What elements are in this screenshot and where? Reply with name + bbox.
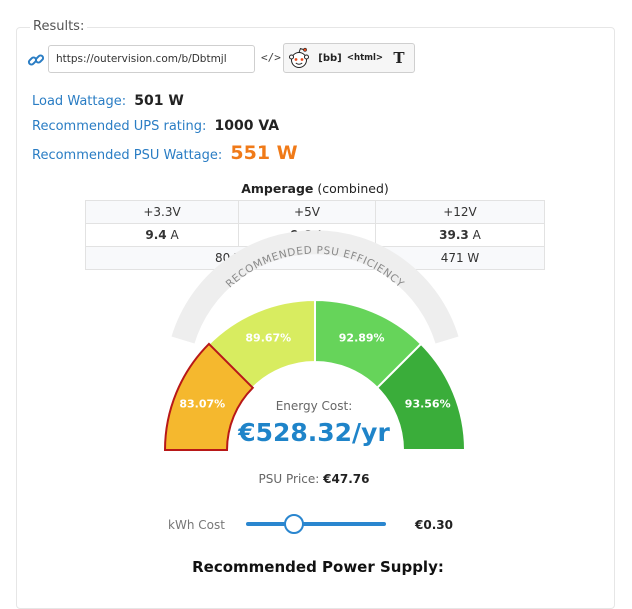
energy-cost-label: Energy Cost:	[275, 399, 353, 413]
kwh-slider-track[interactable]	[246, 522, 386, 526]
efficiency-segment-3-label: 92.89%	[339, 331, 385, 344]
results-legend: Results:	[30, 19, 88, 34]
efficiency-segment-2-label: 89.67%	[245, 331, 291, 344]
psu-price: PSU Price: €47.76	[214, 472, 414, 486]
kwh-slider-thumb[interactable]	[283, 514, 304, 534]
psu-price-label: PSU Price:	[258, 472, 320, 486]
kwh-cost-label: kWh Cost	[168, 518, 225, 532]
psu-price-value: €47.76	[323, 472, 370, 486]
kwh-cost-value: €0.30	[415, 518, 453, 532]
energy-cost-value: €528.32/yr	[238, 418, 390, 447]
recommended-psu-heading: Recommended Power Supply:	[192, 558, 444, 576]
efficiency-gauge: RECOMMENDED PSU EFFICIENCY 83.07% 89.67%…	[163, 230, 467, 451]
